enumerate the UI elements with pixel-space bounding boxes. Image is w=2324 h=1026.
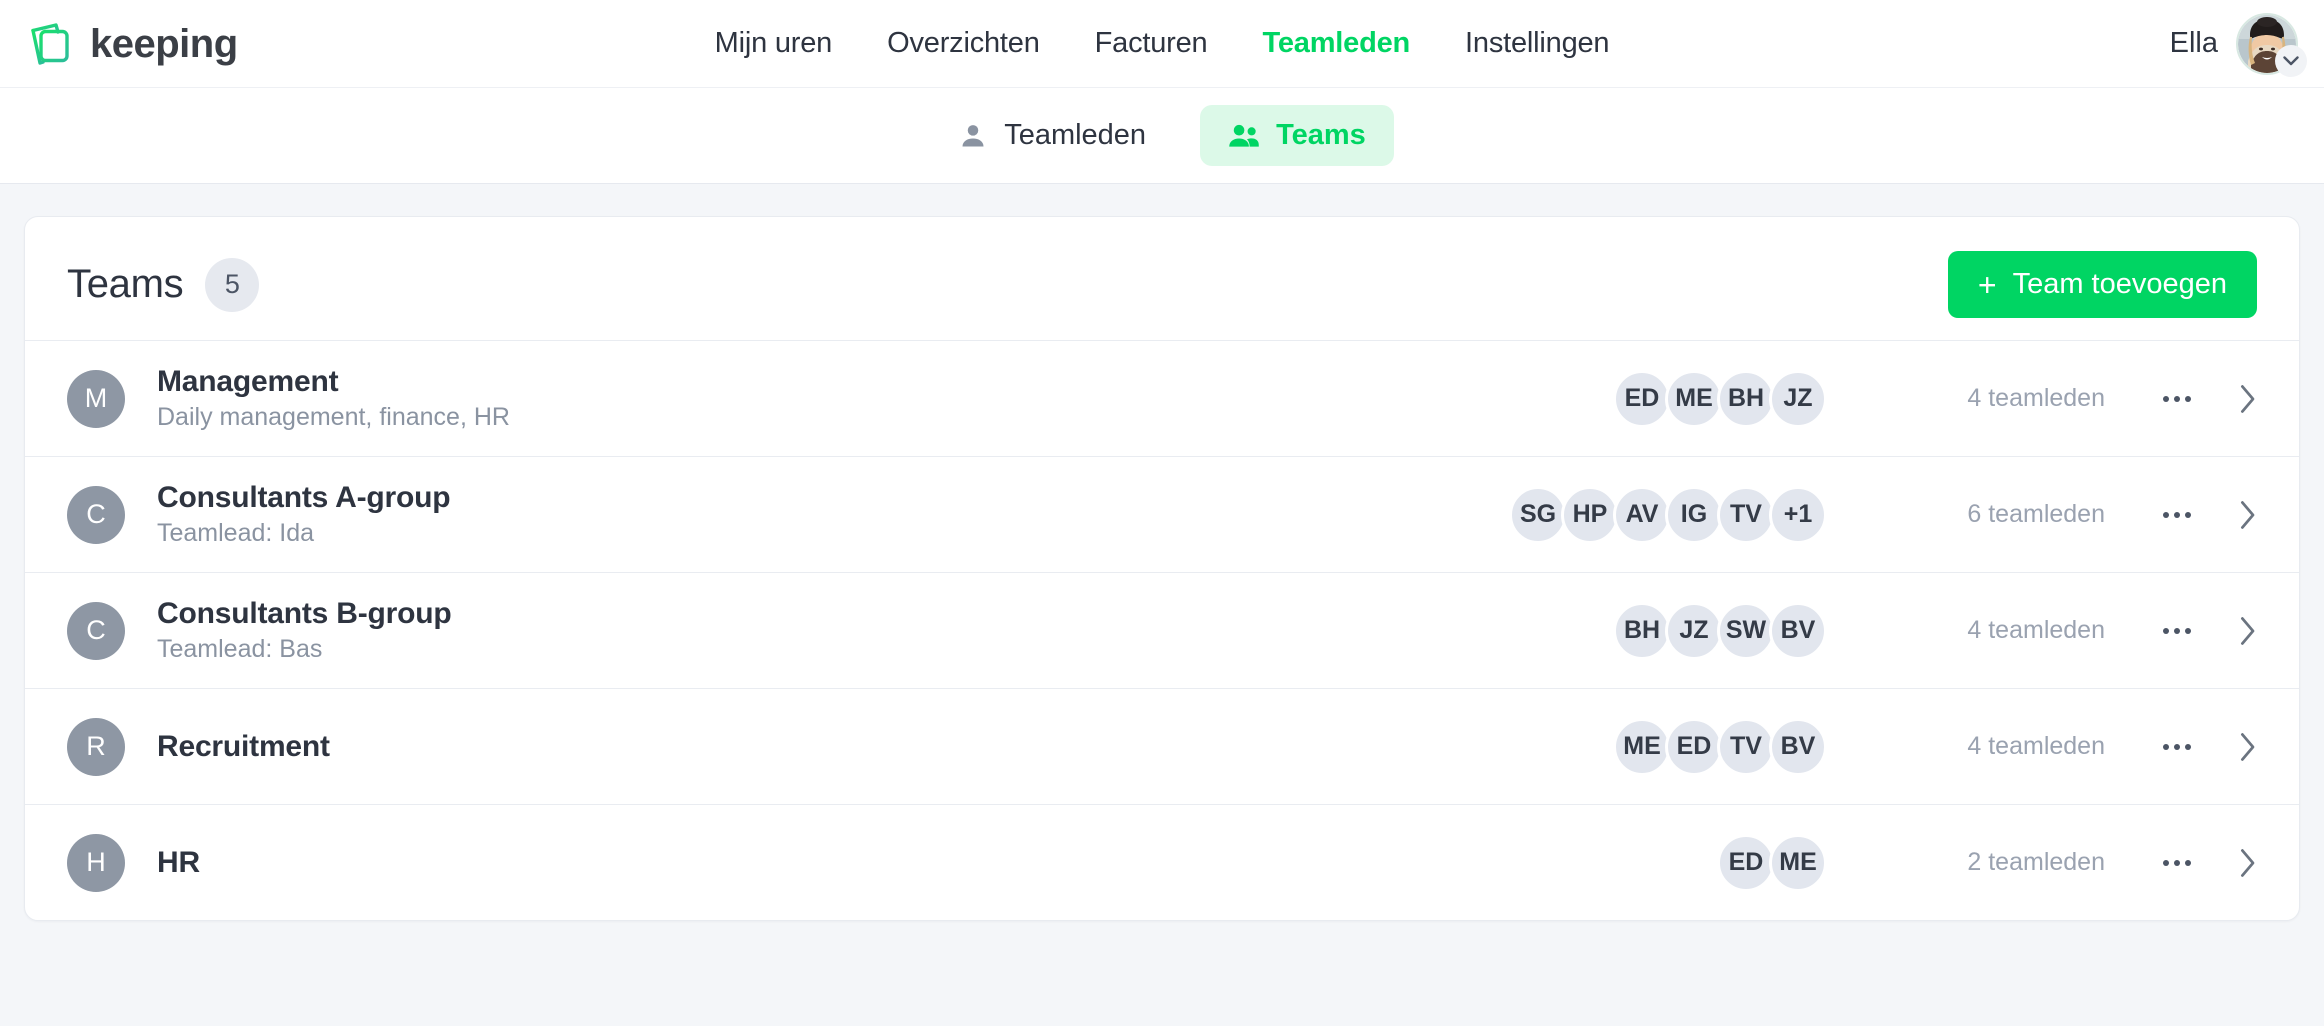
keeping-notebook-logo-icon	[28, 21, 74, 67]
tab-teams-label: Teams	[1276, 119, 1366, 151]
team-info: Consultants B-group Teamlead: Bas	[157, 597, 452, 664]
member-avatar[interactable]: ED	[1665, 717, 1723, 776]
table-row[interactable]: C Consultants B-group Teamlead: Bas BH J…	[25, 572, 2299, 688]
team-member-count: 4 teamleden	[1967, 384, 2105, 412]
team-info: Management Daily management, finance, HR	[157, 365, 510, 432]
table-row[interactable]: H HR ED ME 2 teamleden	[25, 804, 2299, 920]
member-avatar[interactable]: ME	[1613, 717, 1671, 776]
member-avatar[interactable]: BV	[1769, 601, 1827, 660]
team-name: Management	[157, 365, 339, 398]
row-actions: 4 teamleden	[1827, 732, 2257, 762]
chevron-right-icon[interactable]	[2239, 384, 2257, 414]
team-name: Consultants B-group	[157, 597, 452, 630]
member-avatar[interactable]: BH	[1717, 369, 1775, 428]
team-member-count: 4 teamleden	[1967, 616, 2105, 644]
member-avatar[interactable]: TV	[1717, 485, 1775, 544]
teams-count-badge: 5	[205, 257, 260, 312]
add-team-button-label: Team toevoegen	[2012, 268, 2227, 300]
plus-icon: +	[1977, 266, 1997, 303]
people-group-icon	[1228, 121, 1260, 151]
team-avatar: C	[67, 601, 125, 660]
chevron-right-icon[interactable]	[2239, 848, 2257, 878]
tab-teamleden[interactable]: Teamleden	[930, 105, 1174, 166]
brand-logo[interactable]: keeping	[28, 21, 238, 67]
member-avatar[interactable]: JZ	[1769, 369, 1827, 428]
row-actions: 4 teamleden	[1827, 616, 2257, 646]
chevron-right-icon[interactable]	[2239, 500, 2257, 530]
member-avatar-overflow[interactable]: +1	[1769, 485, 1827, 544]
team-subtitle: Teamlead: Ida	[157, 519, 315, 547]
member-avatar[interactable]: IG	[1665, 485, 1723, 544]
team-info: HR	[157, 846, 200, 880]
row-actions: 4 teamleden	[1827, 384, 2257, 414]
brand-name: keeping	[90, 21, 238, 66]
teams-card-header: Teams 5 + Team toevoegen	[25, 217, 2299, 340]
page-title: Teams	[67, 262, 184, 306]
user-menu[interactable]: Ella	[2169, 12, 2307, 77]
team-info: Recruitment	[157, 730, 330, 764]
chevron-right-icon[interactable]	[2239, 616, 2257, 646]
add-team-button[interactable]: + Team toevoegen	[1947, 251, 2257, 318]
team-member-avatars: ED ME	[1717, 833, 1827, 892]
row-actions: 2 teamleden	[1827, 848, 2257, 878]
member-avatar[interactable]: HP	[1561, 485, 1619, 544]
nav-item-mijn-uren[interactable]: Mijn uren	[715, 27, 833, 60]
team-member-count: 4 teamleden	[1967, 732, 2105, 760]
member-avatar[interactable]: AV	[1613, 485, 1671, 544]
member-avatar[interactable]: BV	[1769, 717, 1827, 776]
team-member-avatars: ED ME BH JZ	[1613, 369, 1827, 428]
team-subtitle: Daily management, finance, HR	[157, 403, 510, 431]
more-options-icon[interactable]	[2157, 386, 2197, 412]
table-row[interactable]: C Consultants A-group Teamlead: Ida SG H…	[25, 456, 2299, 572]
member-avatar[interactable]: JZ	[1665, 601, 1723, 660]
more-options-icon[interactable]	[2157, 734, 2197, 760]
table-row[interactable]: M Management Daily management, finance, …	[25, 340, 2299, 456]
more-options-icon[interactable]	[2157, 502, 2197, 528]
team-member-count: 6 teamleden	[1967, 500, 2105, 528]
row-actions: 6 teamleden	[1827, 500, 2257, 530]
nav-item-instellingen[interactable]: Instellingen	[1465, 27, 1610, 60]
member-avatar[interactable]: TV	[1717, 717, 1775, 776]
team-avatar: C	[67, 485, 125, 544]
app-header: keeping Mijn uren Overzichten Facturen T…	[0, 0, 2324, 88]
member-avatar[interactable]: SW	[1717, 601, 1775, 660]
member-avatar[interactable]: SG	[1509, 485, 1567, 544]
team-name: Consultants A-group	[157, 481, 451, 514]
member-avatar[interactable]: ED	[1613, 369, 1671, 428]
page-body: Teams 5 + Team toevoegen M Management Da…	[0, 184, 2324, 945]
more-options-icon[interactable]	[2157, 618, 2197, 644]
team-avatar: M	[67, 369, 125, 428]
team-member-count: 2 teamleden	[1967, 848, 2105, 876]
nav-item-facturen[interactable]: Facturen	[1095, 27, 1208, 60]
team-name: Recruitment	[157, 729, 330, 763]
tab-teams[interactable]: Teams	[1200, 105, 1394, 166]
member-avatar[interactable]: ME	[1665, 369, 1723, 428]
team-member-avatars: SG HP AV IG TV +1	[1509, 485, 1827, 544]
member-avatar[interactable]: ED	[1717, 833, 1775, 892]
nav-item-overzichten[interactable]: Overzichten	[887, 27, 1040, 60]
team-avatar: H	[67, 833, 125, 892]
member-avatar[interactable]: ME	[1769, 833, 1827, 892]
person-icon	[958, 121, 988, 151]
team-member-avatars: ME ED TV BV	[1613, 717, 1827, 776]
team-name: HR	[157, 845, 200, 879]
sub-navigation: Teamleden Teams	[0, 88, 2324, 184]
team-avatar: R	[67, 717, 125, 776]
main-navigation: Mijn uren Overzichten Facturen Teamleden…	[715, 27, 1610, 60]
team-info: Consultants A-group Teamlead: Ida	[157, 481, 451, 548]
team-member-avatars: BH JZ SW BV	[1613, 601, 1827, 660]
avatar[interactable]	[2236, 12, 2307, 77]
teams-card: Teams 5 + Team toevoegen M Management Da…	[24, 216, 2300, 921]
user-name: Ella	[2169, 27, 2218, 59]
chevron-down-icon[interactable]	[2275, 44, 2307, 77]
team-subtitle: Teamlead: Bas	[157, 635, 323, 663]
member-avatar[interactable]: BH	[1613, 601, 1671, 660]
tab-teamleden-label: Teamleden	[1004, 119, 1147, 151]
table-row[interactable]: R Recruitment ME ED TV BV 4 teamleden	[25, 688, 2299, 804]
more-options-icon[interactable]	[2157, 850, 2197, 876]
nav-item-teamleden[interactable]: Teamleden	[1262, 27, 1410, 60]
chevron-right-icon[interactable]	[2239, 732, 2257, 762]
